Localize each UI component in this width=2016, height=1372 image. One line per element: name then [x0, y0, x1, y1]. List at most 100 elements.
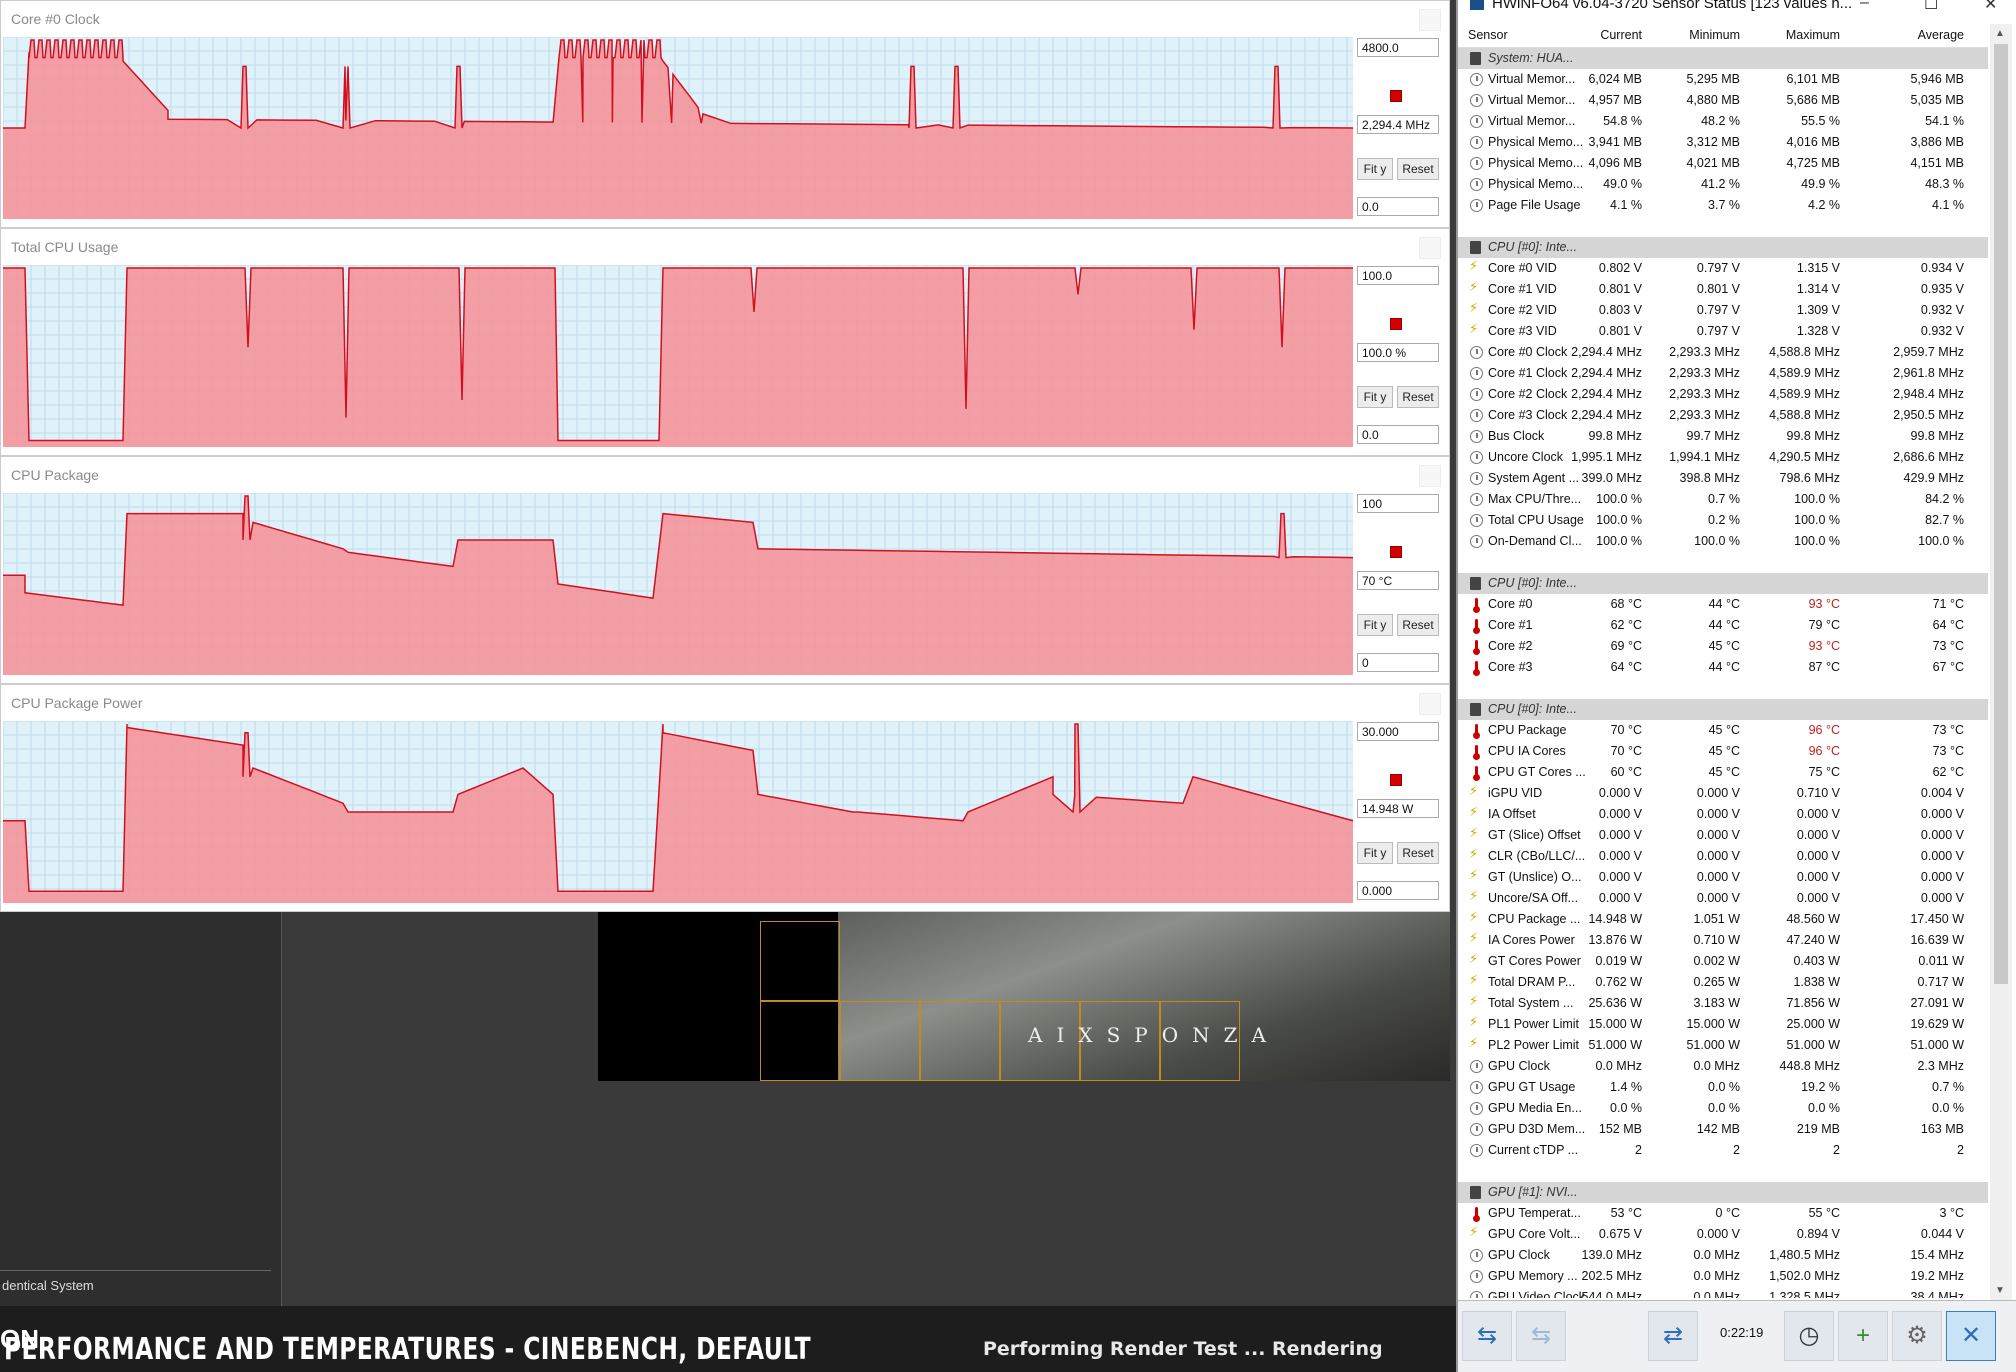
- sensor-row[interactable]: System Agent ... 399.0 MHz 398.8 MHz 798.6 …: [1458, 468, 1988, 489]
- sensor-row[interactable]: Virtual Memor... 6,024 MB 5,295 MB 6,101 MB…: [1458, 69, 1988, 90]
- clock-icon[interactable]: ◷: [1784, 1311, 1834, 1361]
- sensor-row[interactable]: GT (Slice) Offset0.000 V0.000 V0.000 V0.…: [1458, 825, 1988, 846]
- sensor-row[interactable]: GPU Temperat... 53 °C 0 °C 55 °C 3 °C: [1458, 1203, 1988, 1224]
- close-button[interactable]: [1419, 465, 1441, 487]
- hwinfo-titlebar[interactable]: HWiNFO64 v6.04-3720 Sensor Status [123 v…: [1458, 0, 2016, 14]
- sensor-row[interactable]: GPU D3D Mem... 152 MB 142 MB 219 MB 163 MB: [1458, 1119, 1988, 1140]
- reset-button[interactable]: Reset: [1397, 158, 1439, 180]
- sensor-row[interactable]: GPU Clock 0.0 MHz 0.0 MHz 448.8 MHz 2.3 MHz: [1458, 1056, 1988, 1077]
- sensor-row[interactable]: Page File Usage 4.1 % 3.7 % 4.2 % 4.1 %: [1458, 195, 1988, 216]
- sensor-row[interactable]: Max CPU/Thre... 100.0 % 0.7 % 100.0 % 84.2 %: [1458, 489, 1988, 510]
- column-maximum[interactable]: Maximum: [1786, 28, 1840, 42]
- sensor-row[interactable]: Total CPU Usage 100.0 % 0.2 % 100.0 % 82.7 %: [1458, 510, 1988, 531]
- fit-y-button[interactable]: Fit y: [1357, 386, 1393, 408]
- sensor-row[interactable]: Core #0 68 °C 44 °C 93 °C 71 °C: [1458, 594, 1988, 615]
- add-report-icon[interactable]: +: [1838, 1311, 1888, 1361]
- fit-y-button[interactable]: Fit y: [1357, 158, 1393, 180]
- graph-max-value[interactable]: 4800.0: [1357, 38, 1439, 57]
- maximize-button[interactable]: ☐: [1924, 0, 1938, 14]
- sensor-row[interactable]: CLR (CBo/LLC/...0.000 V0.000 V0.000 V0.0…: [1458, 846, 1988, 867]
- sensor-row[interactable]: Core #2 69 °C 45 °C 93 °C 73 °C: [1458, 636, 1988, 657]
- sensor-row[interactable]: iGPU VID0.000 V0.000 V0.710 V0.004 V: [1458, 783, 1988, 804]
- sensor-row[interactable]: Core #1 VID0.801 V0.801 V1.314 V0.935 V: [1458, 279, 1988, 300]
- sensor-row[interactable]: GPU GT Usage 1.4 % 0.0 % 19.2 % 0.7 %: [1458, 1077, 1988, 1098]
- fit-y-button[interactable]: Fit y: [1357, 842, 1393, 864]
- sensor-row[interactable]: Physical Memo... 4,096 MB 4,021 MB 4,725 MB…: [1458, 153, 1988, 174]
- sensor-row[interactable]: Core #3 64 °C 44 °C 87 °C 67 °C: [1458, 657, 1988, 678]
- sensor-row[interactable]: GT Cores Power0.019 W0.002 W0.403 W0.011…: [1458, 951, 1988, 972]
- sensor-row[interactable]: Uncore Clock 1,995.1 MHz 1,994.1 MHz 4,290.…: [1458, 447, 1988, 468]
- graph-max-value[interactable]: 100.0: [1357, 266, 1439, 285]
- hwinfo-sensor-window[interactable]: HWiNFO64 v6.04-3720 Sensor Status [123 v…: [1456, 0, 2016, 1372]
- sensor-row[interactable]: Core #3 VID0.801 V0.797 V1.328 V0.932 V: [1458, 321, 1988, 342]
- sensor-group-row[interactable]: CPU [#0]: Inte...: [1458, 699, 1988, 720]
- sensor-row[interactable]: CPU IA Cores 70 °C 45 °C 96 °C 73 °C: [1458, 741, 1988, 762]
- scroll-down-icon[interactable]: ▼: [1995, 1285, 2005, 1296]
- sensor-row[interactable]: Uncore/SA Off...0.000 V0.000 V0.000 V0.0…: [1458, 888, 1988, 909]
- network-icon[interactable]: ⇄: [1648, 1311, 1698, 1361]
- graph-min-value[interactable]: 0.0: [1357, 197, 1439, 216]
- reset-button[interactable]: Reset: [1397, 614, 1439, 636]
- sensor-row[interactable]: Core #2 Clock 2,294.4 MHz 2,293.3 MHz 4,589…: [1458, 384, 1988, 405]
- graph-max-value[interactable]: 100: [1357, 494, 1439, 513]
- close-button[interactable]: [1419, 9, 1441, 31]
- column-current[interactable]: Current: [1600, 28, 1642, 42]
- sensor-group-row[interactable]: System: HUA...: [1458, 48, 1988, 69]
- sensor-group-row[interactable]: CPU [#0]: Inte...: [1458, 237, 1988, 258]
- scrollbar-thumb[interactable]: [1994, 44, 2008, 984]
- column-minimum[interactable]: Minimum: [1689, 28, 1740, 42]
- sensor-row[interactable]: GPU Media En... 0.0 % 0.0 % 0.0 % 0.0 %: [1458, 1098, 1988, 1119]
- graph-window-core-clock[interactable]: Core #0 Clock 4800.0 2,294.4 MHz Fit y R…: [0, 0, 1450, 228]
- sensor-row[interactable]: Total DRAM P...0.762 W0.265 W1.838 W0.71…: [1458, 972, 1988, 993]
- graph-color-swatch[interactable]: [1390, 546, 1402, 558]
- sensor-row[interactable]: CPU GT Cores ... 60 °C 45 °C 75 °C 62 °C: [1458, 762, 1988, 783]
- sensor-row[interactable]: IA Offset0.000 V0.000 V0.000 V0.000 V: [1458, 804, 1988, 825]
- sensor-group-row[interactable]: GPU [#1]: NVI...: [1458, 1182, 1988, 1203]
- sensor-row[interactable]: CPU Package ...14.948 W1.051 W48.560 W17…: [1458, 909, 1988, 930]
- graph-color-swatch[interactable]: [1390, 774, 1402, 786]
- graph-window-cpu-package[interactable]: CPU Package 100 70 °C Fit y Reset 0: [0, 456, 1450, 684]
- sensor-row[interactable]: CPU Package 70 °C 45 °C 96 °C 73 °C: [1458, 720, 1988, 741]
- graph-min-value[interactable]: 0.000: [1357, 881, 1439, 900]
- sensor-row[interactable]: IA Cores Power13.876 W0.710 W47.240 W16.…: [1458, 930, 1988, 951]
- sensor-row[interactable]: Core #1 Clock 2,294.4 MHz 2,293.3 MHz 4,589…: [1458, 363, 1988, 384]
- sensor-row[interactable]: GPU Memory ... 202.5 MHz 0.0 MHz 1,502.0 MH…: [1458, 1266, 1988, 1287]
- reset-button[interactable]: Reset: [1397, 386, 1439, 408]
- sensor-row[interactable]: PL1 Power Limit15.000 W15.000 W25.000 W1…: [1458, 1014, 1988, 1035]
- sensor-row[interactable]: GT (Unslice) O...0.000 V0.000 V0.000 V0.…: [1458, 867, 1988, 888]
- sensor-row[interactable]: Physical Memo... 3,941 MB 3,312 MB 4,016 MB…: [1458, 132, 1988, 153]
- vertical-scrollbar[interactable]: ▲ ▼: [1990, 24, 2012, 1300]
- close-sensors-icon[interactable]: ✕: [1946, 1311, 1996, 1361]
- settings-gear-icon[interactable]: ⚙: [1892, 1311, 1942, 1361]
- sensor-row[interactable]: Virtual Memor... 4,957 MB 4,880 MB 5,686 MB…: [1458, 90, 1988, 111]
- sensor-row[interactable]: Core #1 62 °C 44 °C 79 °C 64 °C: [1458, 615, 1988, 636]
- sensor-row[interactable]: Core #3 Clock 2,294.4 MHz 2,293.3 MHz 4,588…: [1458, 405, 1988, 426]
- graph-max-value[interactable]: 30.000: [1357, 722, 1439, 741]
- sensor-group-row[interactable]: CPU [#0]: Inte...: [1458, 573, 1988, 594]
- scroll-up-icon[interactable]: ▲: [1995, 28, 2005, 39]
- close-button[interactable]: ✕: [1984, 0, 1997, 14]
- arrows-icon[interactable]: ⇆: [1462, 1311, 1512, 1361]
- sensor-row[interactable]: On-Demand Cl... 100.0 % 100.0 % 100.0 % 100.…: [1458, 531, 1988, 552]
- sensor-row[interactable]: GPU Clock 139.0 MHz 0.0 MHz 1,480.5 MHz 15.4…: [1458, 1245, 1988, 1266]
- graph-min-value[interactable]: 0: [1357, 653, 1439, 672]
- sensor-row[interactable]: Bus Clock 99.8 MHz 99.7 MHz 99.8 MHz 99.8 MH…: [1458, 426, 1988, 447]
- close-button[interactable]: [1419, 693, 1441, 715]
- sensor-row[interactable]: Total System ...25.636 W3.183 W71.856 W2…: [1458, 993, 1988, 1014]
- graph-window-cpu-usage[interactable]: Total CPU Usage 100.0 100.0 % Fit y Rese…: [0, 228, 1450, 456]
- reset-button[interactable]: Reset: [1397, 842, 1439, 864]
- sensor-row[interactable]: PL2 Power Limit51.000 W51.000 W51.000 W5…: [1458, 1035, 1988, 1056]
- graph-window-cpu-package-power[interactable]: CPU Package Power 30.000 14.948 W Fit y …: [0, 684, 1450, 912]
- sensor-row[interactable]: Physical Memo... 49.0 % 41.2 % 49.9 % 48.3 %: [1458, 174, 1988, 195]
- sensor-row[interactable]: Virtual Memor... 54.8 % 48.2 % 55.5 % 54.1 %: [1458, 111, 1988, 132]
- sensor-list[interactable]: System: HUA... Virtual Memor... 6,024 MB 5,…: [1458, 48, 1988, 1298]
- minimize-button[interactable]: –: [1860, 0, 1869, 12]
- sensor-row[interactable]: Core #2 VID0.803 V0.797 V1.309 V0.932 V: [1458, 300, 1988, 321]
- graph-color-swatch[interactable]: [1390, 90, 1402, 102]
- graph-min-value[interactable]: 0.0: [1357, 425, 1439, 444]
- graph-color-swatch[interactable]: [1390, 318, 1402, 330]
- close-button[interactable]: [1419, 237, 1441, 259]
- column-average[interactable]: Average: [1918, 28, 1964, 42]
- sensor-row[interactable]: Core #0 Clock 2,294.4 MHz 2,293.3 MHz 4,588…: [1458, 342, 1988, 363]
- sensor-row[interactable]: Core #0 VID0.802 V0.797 V1.315 V0.934 V: [1458, 258, 1988, 279]
